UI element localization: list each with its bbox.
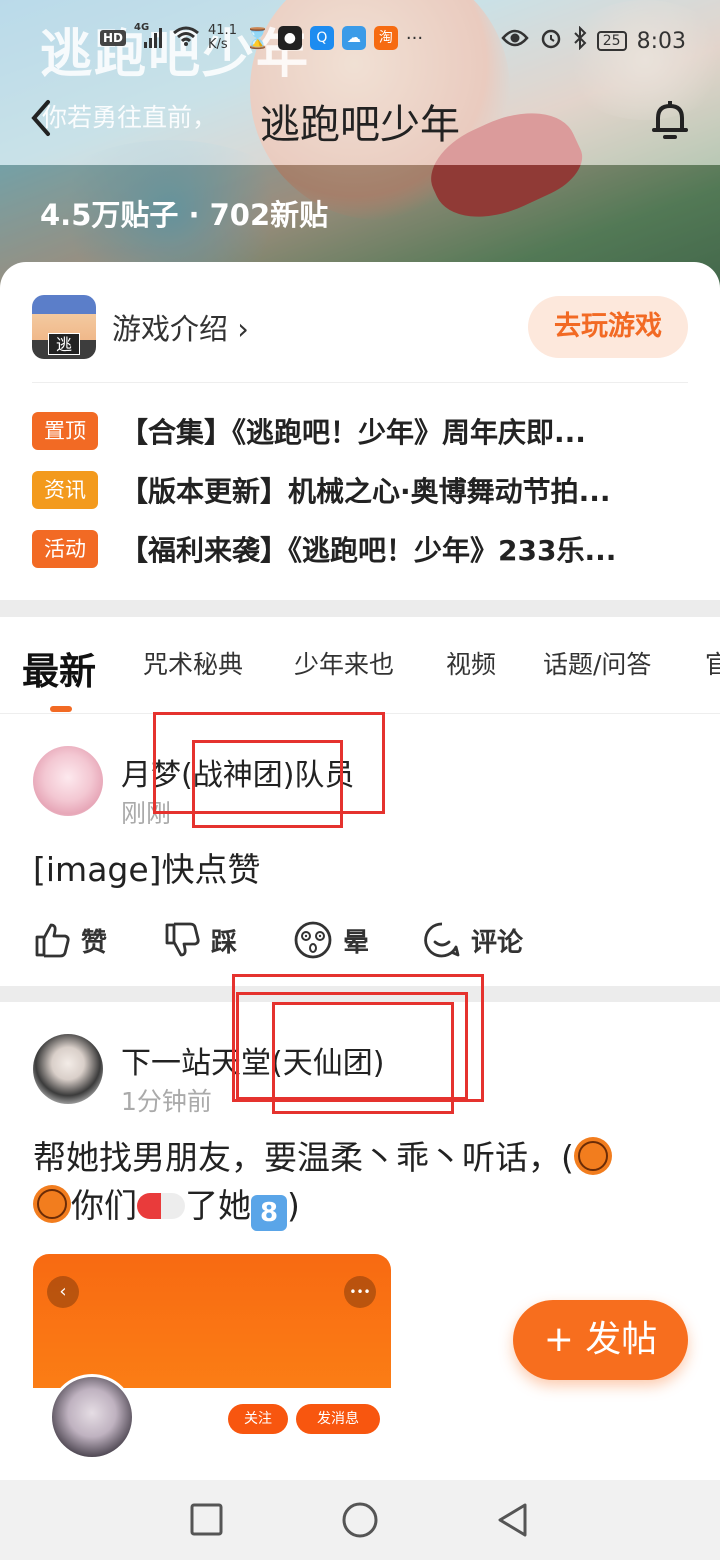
comment-button[interactable]: 评论 (423, 920, 553, 960)
notice-title: 【合集】《逃跑吧！少年》周年庆即... (120, 416, 586, 449)
eye-icon (501, 28, 529, 54)
browser-icon: Q (309, 26, 334, 50)
home-button[interactable] (340, 1500, 380, 1540)
annotation-box (192, 740, 343, 828)
tab-official[interactable]: 官 (705, 645, 720, 681)
square-icon (190, 1503, 223, 1536)
pill-emoji-icon (137, 1193, 185, 1219)
tag-news: 资讯 (32, 471, 98, 509)
preview-back-icon: ‹ (47, 1276, 79, 1308)
preview-avatar (49, 1374, 135, 1460)
hourglass-icon: ⌛ (244, 26, 270, 50)
dizzy-face-icon (294, 921, 332, 959)
bluetooth-icon (573, 25, 587, 56)
alarm-icon (539, 26, 563, 56)
triangle-back-icon (498, 1503, 527, 1537)
post-body-part: ) (287, 1186, 300, 1225)
top-nav: 逃跑吧少年 (0, 80, 720, 160)
status-bar: HD 4G 41.1 K/s ⌛ ● Q ☁ 淘 ··· 25 8:03 (0, 20, 720, 64)
tag-event: 活动 (32, 530, 98, 568)
game-intro-link[interactable]: 游戏介绍 › (112, 306, 249, 348)
dizzy-label: 晕 (343, 927, 370, 958)
avatar[interactable] (33, 1034, 103, 1104)
category-tabs: 最新 咒术秘典 少年来也 视频 话题/问答 官 (0, 617, 720, 714)
like-label: 赞 (81, 927, 108, 958)
back-arrow-icon (31, 100, 50, 136)
post-actions: 赞 踩 晕 评论 (33, 920, 553, 960)
game-icon-sign: 逃 (48, 333, 80, 355)
dislike-label: 踩 (211, 927, 238, 958)
post-time: 1分钟前 (121, 1087, 212, 1116)
news-notice[interactable]: 资讯 【版本更新】机械之心·奥博舞动节拍... (32, 469, 692, 511)
tab-video[interactable]: 视频 (446, 645, 496, 681)
tab-topics-qa[interactable]: 话题/问答 (543, 645, 651, 681)
more-notifications: ··· (405, 27, 424, 49)
system-nav-bar (0, 1480, 720, 1560)
post-body-part: 了她 (185, 1186, 251, 1225)
active-tab-indicator (50, 706, 72, 712)
pinned-notice[interactable]: 置顶 【合集】《逃跑吧！少年》周年庆即... (32, 410, 692, 452)
wifi-icon (172, 25, 200, 52)
network-type-label: 4G (134, 22, 150, 33)
tag-pinned: 置顶 (32, 412, 98, 450)
dislike-button[interactable]: 踩 (163, 920, 293, 960)
hd-badge: HD (100, 30, 127, 46)
thumbs-up-icon (35, 923, 70, 958)
signal-icon: 4G (134, 22, 164, 50)
preview-more-icon: ••• (344, 1276, 376, 1308)
clock: 8:03 (636, 28, 686, 54)
net-speed-value: 41.1 (208, 23, 237, 38)
comment-label: 评论 (471, 927, 524, 958)
game-icon[interactable]: 逃 (32, 295, 96, 359)
forum-info-card: 逃 游戏介绍 › 去玩游戏 置顶 【合集】《逃跑吧！少年》周年庆即... 资讯 … (0, 262, 720, 600)
basketball-emoji-icon (33, 1185, 71, 1223)
preview-follow-button: 关注 (228, 1404, 288, 1434)
divider (32, 382, 688, 383)
notification-button[interactable] (650, 98, 690, 142)
notice-title: 【版本更新】机械之心·奥博舞动节拍... (120, 475, 611, 508)
net-speed-unit: K/s (208, 37, 228, 52)
post-body[interactable]: 帮她找男朋友，要温柔丶乖丶听话，( 你们 了她 8) (33, 1134, 686, 1231)
weather-icon: ☁ (341, 26, 366, 50)
annotation-box (272, 1002, 454, 1114)
event-notice[interactable]: 活动 【福利来袭】《逃跑吧！少年》233乐... (32, 528, 692, 570)
basketball-emoji-icon (573, 1137, 612, 1175)
post-body[interactable]: [image]快点赞 (33, 846, 686, 894)
back-nav-button[interactable] (493, 1500, 533, 1540)
comment-icon (424, 922, 460, 958)
qq-icon: ● (277, 26, 302, 50)
recent-apps-button[interactable] (187, 1500, 227, 1540)
thumbs-down-icon (165, 922, 200, 957)
avatar[interactable] (33, 746, 103, 816)
notice-title: 【福利来袭】《逃跑吧！少年》233乐... (120, 534, 617, 567)
forum-stats: 4.5万贴子 · 702新贴 (40, 198, 329, 232)
page-title: 逃跑吧少年 (260, 102, 460, 148)
net-speed: 41.1 K/s (208, 24, 237, 52)
tab-latest[interactable]: 最新 (22, 641, 96, 695)
like-button[interactable]: 赞 (33, 920, 163, 960)
post-body-part: 你们 (71, 1186, 137, 1225)
bell-icon (652, 101, 688, 139)
post-image-preview[interactable]: ‹ ••• 关注 发消息 (33, 1254, 391, 1498)
dizzy-button[interactable]: 晕 (293, 920, 423, 960)
number-8-emoji: 8 (251, 1195, 287, 1231)
play-game-button[interactable]: 去玩游戏 (528, 296, 688, 358)
circle-icon (342, 1502, 378, 1538)
tab-boys-come[interactable]: 少年来也 (294, 645, 394, 681)
new-post-button[interactable]: + 发帖 (513, 1300, 688, 1380)
post-body-line1: 帮她找男朋友，要温柔丶乖丶听话，( (33, 1138, 574, 1177)
taobao-icon: 淘 (373, 26, 398, 50)
preview-message-button: 发消息 (296, 1404, 380, 1434)
back-button[interactable] (26, 96, 66, 140)
battery-icon: 25 (596, 31, 627, 51)
tab-spell-guide[interactable]: 咒术秘典 (143, 645, 243, 681)
